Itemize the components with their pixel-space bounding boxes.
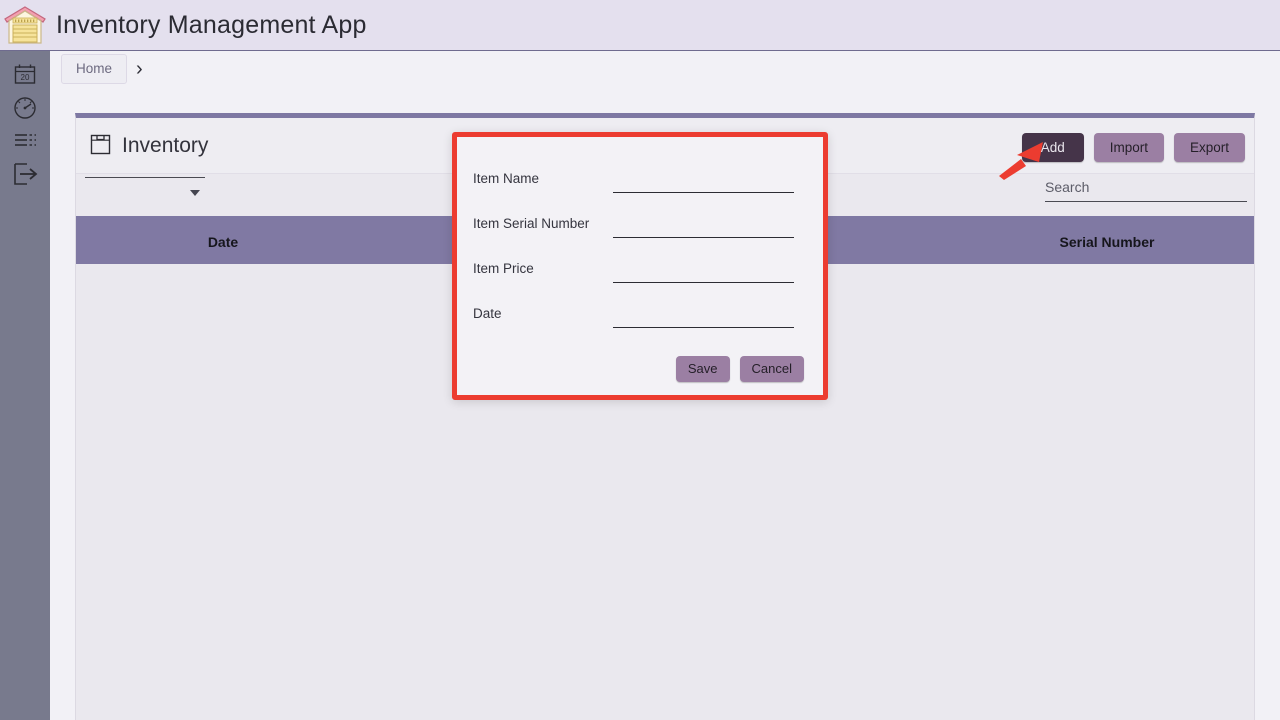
warehouse-icon <box>0 0 50 51</box>
package-icon <box>90 132 111 160</box>
item-price-input[interactable] <box>613 260 794 283</box>
field-label-date: Date <box>473 306 502 321</box>
dropdown-underline <box>85 177 205 178</box>
date-input[interactable] <box>613 305 794 328</box>
search-field <box>1045 179 1247 202</box>
field-label-item-serial-number: Item Serial Number <box>473 216 590 231</box>
logout-icon <box>11 160 39 188</box>
import-button[interactable]: Import <box>1093 133 1164 162</box>
cancel-button[interactable]: Cancel <box>739 356 804 382</box>
sidebar: 20 <box>0 51 50 720</box>
add-button[interactable]: Add <box>1021 133 1084 162</box>
dialog-form: Item Name Item Serial Number Item Price … <box>457 137 823 350</box>
breadcrumb: Home › <box>50 51 1280 87</box>
app-header: Inventory Management App <box>0 0 1280 51</box>
sidebar-item-calendar[interactable]: 20 <box>0 58 50 91</box>
table-column-header-serial-number[interactable]: Serial Number <box>960 234 1254 250</box>
search-input[interactable] <box>1045 179 1247 202</box>
export-button[interactable]: Export <box>1173 133 1245 162</box>
sidebar-item-logout[interactable] <box>0 157 50 190</box>
panel-actions: Add Import Export <box>1021 133 1245 162</box>
field-item-name: Item Name <box>473 170 801 215</box>
sidebar-item-dashboard[interactable] <box>0 91 50 124</box>
panel-title: Inventory <box>122 133 209 157</box>
field-label-item-price: Item Price <box>473 261 534 276</box>
field-label-item-name: Item Name <box>473 171 540 186</box>
calendar-day-label: 20 <box>21 73 30 82</box>
dialog-actions: Save Cancel <box>675 356 804 382</box>
save-button[interactable]: Save <box>675 356 730 382</box>
sidebar-item-list[interactable] <box>0 124 50 157</box>
table-column-header-date[interactable]: Date <box>76 234 370 250</box>
page-title: Inventory Management App <box>56 10 367 39</box>
chevron-down-icon <box>190 190 200 196</box>
app-root: Inventory Management App 20 Home › Inven… <box>0 0 1280 720</box>
add-item-dialog: Item Name Item Serial Number Item Price … <box>452 132 828 400</box>
item-name-input[interactable] <box>613 170 794 193</box>
gauge-icon <box>12 95 38 121</box>
field-item-price: Item Price <box>473 260 801 305</box>
calendar-icon: 20 <box>12 62 38 88</box>
field-item-serial-number: Item Serial Number <box>473 215 801 260</box>
chevron-right-icon: › <box>136 58 143 80</box>
list-icon <box>12 128 38 154</box>
field-date: Date <box>473 305 801 350</box>
item-serial-number-input[interactable] <box>613 215 794 238</box>
breadcrumb-item-home[interactable]: Home <box>61 53 128 85</box>
